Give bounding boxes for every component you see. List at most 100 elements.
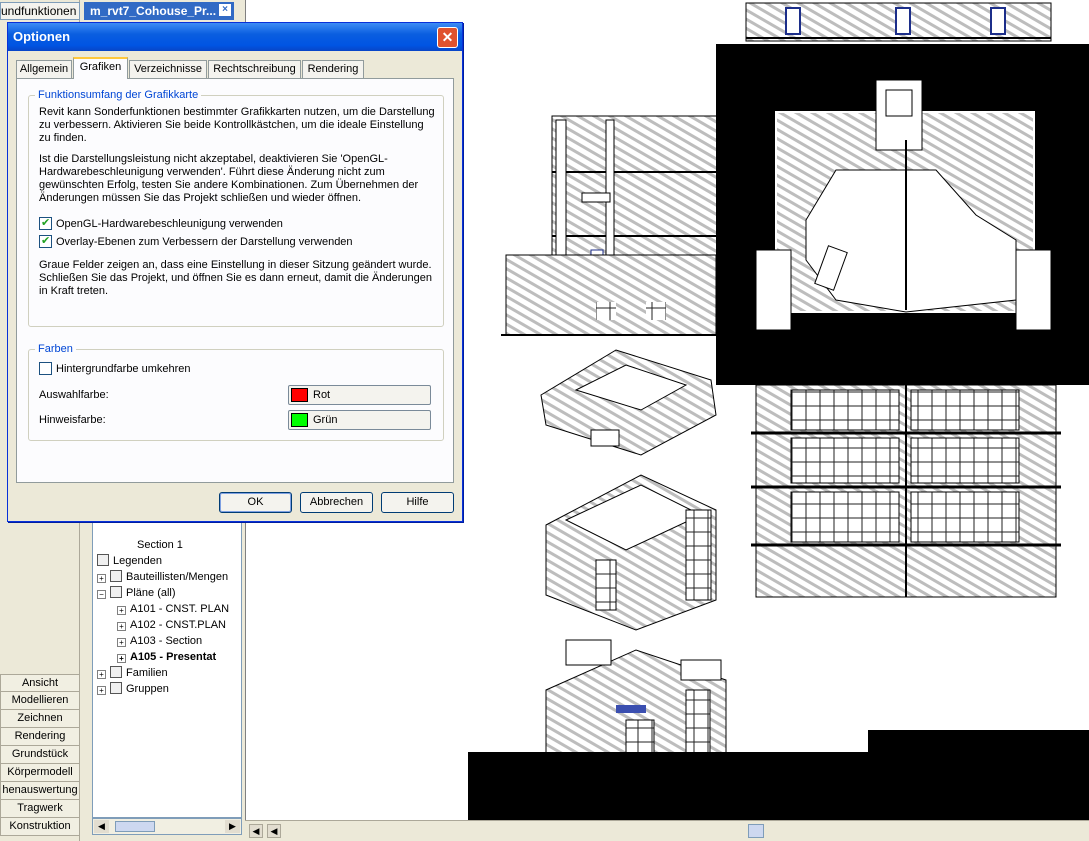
selection-color-value: Rot bbox=[313, 389, 331, 401]
overlay-checkbox[interactable]: Overlay-Ebenen zum Verbessern der Darste… bbox=[39, 233, 353, 250]
tree-item[interactable]: Legenden bbox=[97, 553, 162, 569]
tab-verzeichnisse[interactable]: Verzeichnisse bbox=[129, 60, 207, 78]
tree-item-label: Gruppen bbox=[126, 683, 169, 695]
scroll-left-icon[interactable]: ◀ bbox=[94, 820, 109, 833]
expand-icon[interactable]: + bbox=[117, 622, 126, 631]
tree-item[interactable]: + A101 - CNST. PLAN bbox=[117, 601, 229, 617]
top-elevation bbox=[745, 2, 1052, 42]
design-bar-tab[interactable]: Tragwerk bbox=[0, 800, 80, 818]
selection-color-label: Auswahlfarbe: bbox=[39, 389, 109, 401]
hint-color-button[interactable]: Grün bbox=[288, 410, 431, 430]
folder-icon bbox=[110, 570, 122, 582]
tree-item[interactable]: + A105 - Presentat bbox=[117, 649, 216, 665]
design-bar-tab[interactable]: Ansicht bbox=[0, 674, 80, 692]
tree-item-label: Legenden bbox=[113, 555, 162, 567]
black-band-step bbox=[868, 730, 1089, 755]
design-bar-tab[interactable]: Körpermodell bbox=[0, 764, 80, 782]
design-bar-tab[interactable]: Zeichnen bbox=[0, 710, 80, 728]
gray-fields-note: Graue Felder zeigen an, dass eine Einste… bbox=[39, 259, 433, 297]
overlay-checkbox-label: Overlay-Ebenen zum Verbessern der Darste… bbox=[56, 236, 353, 248]
opengl-checkbox[interactable]: OpenGL-Hardwarebeschleunigung verwenden bbox=[39, 215, 283, 232]
collapse-icon[interactable]: − bbox=[97, 590, 106, 599]
design-bar-tab[interactable]: Konstruktion bbox=[0, 818, 80, 836]
canvas-horizontal-scrollbar[interactable]: ◀ ◀ bbox=[245, 820, 1089, 841]
design-bar-tabs: Ansicht Modellieren Zeichnen Rendering Grund… bbox=[0, 674, 80, 836]
gpu-group: Funktionsumfang der Grafikkarte Revit ka… bbox=[28, 89, 444, 327]
design-bar-tab[interactable]: Grundstück bbox=[0, 746, 80, 764]
tree-item-label: A105 - Presentat bbox=[130, 651, 217, 663]
expand-icon[interactable]: + bbox=[117, 638, 126, 647]
expand-icon[interactable]: + bbox=[97, 686, 106, 695]
tree-item[interactable]: + Gruppen bbox=[97, 681, 169, 697]
hint-color-value: Grün bbox=[313, 414, 338, 426]
scroll-left-icon[interactable]: ◀ bbox=[267, 824, 281, 838]
document-tab-label: m_rvt7_Cohouse_Pr... bbox=[90, 4, 217, 18]
tree-item-label: Bauteillisten/Mengen bbox=[126, 571, 229, 583]
document-tab[interactable]: m_rvt7_Cohouse_Pr... × bbox=[84, 2, 234, 20]
black-band bbox=[468, 752, 1089, 820]
checkbox-icon[interactable] bbox=[39, 215, 52, 231]
gpu-description: Revit kann Sonderfunktionen bestimmter G… bbox=[39, 106, 435, 144]
tree-item-label: A101 - CNST. PLAN bbox=[130, 603, 230, 615]
colors-group: Farben Hintergrundfarbe umkehren Auswahl… bbox=[28, 343, 444, 441]
invert-background-checkbox[interactable]: Hintergrundfarbe umkehren bbox=[39, 361, 191, 377]
tree-item-label: A102 - CNST.PLAN bbox=[130, 619, 226, 631]
section-view bbox=[501, 115, 721, 336]
floor-plan bbox=[716, 44, 1089, 385]
hint-color-swatch bbox=[291, 413, 308, 427]
scroll-left-icon[interactable]: ◀ bbox=[249, 824, 263, 838]
checkbox-icon[interactable] bbox=[39, 233, 52, 249]
folder-icon bbox=[110, 586, 122, 598]
tree-item[interactable]: + Bauteillisten/Mengen bbox=[97, 569, 228, 585]
invert-background-label: Hintergrundfarbe umkehren bbox=[56, 363, 191, 375]
selection-color-button[interactable]: Rot bbox=[288, 385, 431, 405]
gpu-advice: Ist die Darstellungsleistung nicht akzep… bbox=[39, 153, 419, 204]
close-icon[interactable]: ✕ bbox=[437, 27, 458, 48]
dialog-title: Optionen bbox=[8, 23, 462, 51]
tree-item[interactable]: Section 1 bbox=[137, 537, 183, 553]
tree-item-label: Familien bbox=[126, 667, 168, 679]
tree-item-label: A103 - Section bbox=[130, 635, 203, 647]
iso-view-1 bbox=[540, 349, 717, 456]
iso-view-2 bbox=[545, 474, 717, 631]
selection-color-swatch bbox=[291, 388, 308, 402]
options-dialog: Optionen ✕ Allgemein Grafiken Verzeichni… bbox=[7, 22, 463, 522]
folder-icon bbox=[110, 666, 122, 678]
scroll-right-icon[interactable]: ▶ bbox=[225, 820, 240, 833]
tab-grafiken[interactable]: Grafiken bbox=[73, 57, 128, 79]
ok-button[interactable]: OK bbox=[219, 492, 292, 513]
scroll-thumb[interactable] bbox=[748, 824, 764, 838]
design-bar-top-tab[interactable]: undfunktionen bbox=[0, 2, 80, 20]
folder-icon bbox=[110, 682, 122, 694]
tab-rendering[interactable]: Rendering bbox=[302, 60, 364, 78]
expand-icon[interactable]: + bbox=[117, 606, 126, 615]
help-button[interactable]: Hilfe bbox=[381, 492, 454, 513]
front-elevation bbox=[751, 384, 1061, 598]
grafiken-panel: Funktionsumfang der Grafikkarte Revit ka… bbox=[16, 78, 454, 483]
tree-item[interactable]: − Pläne (all) bbox=[97, 585, 176, 601]
design-bar-tab[interactable]: henauswertung bbox=[0, 782, 80, 800]
expand-icon[interactable]: + bbox=[97, 574, 106, 583]
expand-icon[interactable]: + bbox=[117, 654, 126, 663]
folder-icon bbox=[97, 554, 109, 566]
tree-item[interactable]: + A102 - CNST.PLAN bbox=[117, 617, 226, 633]
tree-item[interactable]: + Familien bbox=[97, 665, 168, 681]
tab-rechtschreibung[interactable]: Rechtschreibung bbox=[208, 60, 301, 78]
design-bar-tab[interactable]: Modellieren bbox=[0, 692, 80, 710]
colors-group-legend: Farben bbox=[35, 343, 76, 355]
tree-item-label: Pläne (all) bbox=[126, 587, 176, 599]
cancel-button[interactable]: Abbrechen bbox=[300, 492, 373, 513]
scroll-thumb[interactable] bbox=[115, 821, 155, 832]
checkbox-icon[interactable] bbox=[39, 362, 52, 375]
gpu-group-legend: Funktionsumfang der Grafikkarte bbox=[35, 89, 202, 101]
expand-icon[interactable]: + bbox=[97, 670, 106, 679]
hint-color-label: Hinweisfarbe: bbox=[39, 414, 106, 426]
opengl-checkbox-label: OpenGL-Hardwarebeschleunigung verwenden bbox=[56, 218, 283, 230]
revit-window: undfunktionen Ansicht Modellieren Zeichnen… bbox=[0, 0, 1089, 841]
design-bar-tab[interactable]: Rendering bbox=[0, 728, 80, 746]
close-icon[interactable]: × bbox=[219, 4, 231, 16]
tree-horizontal-scrollbar[interactable]: ◀ ▶ bbox=[92, 818, 242, 835]
tree-item-label: Section 1 bbox=[137, 539, 183, 551]
tree-item[interactable]: + A103 - Section bbox=[117, 633, 202, 649]
tab-allgemein[interactable]: Allgemein bbox=[16, 60, 72, 78]
